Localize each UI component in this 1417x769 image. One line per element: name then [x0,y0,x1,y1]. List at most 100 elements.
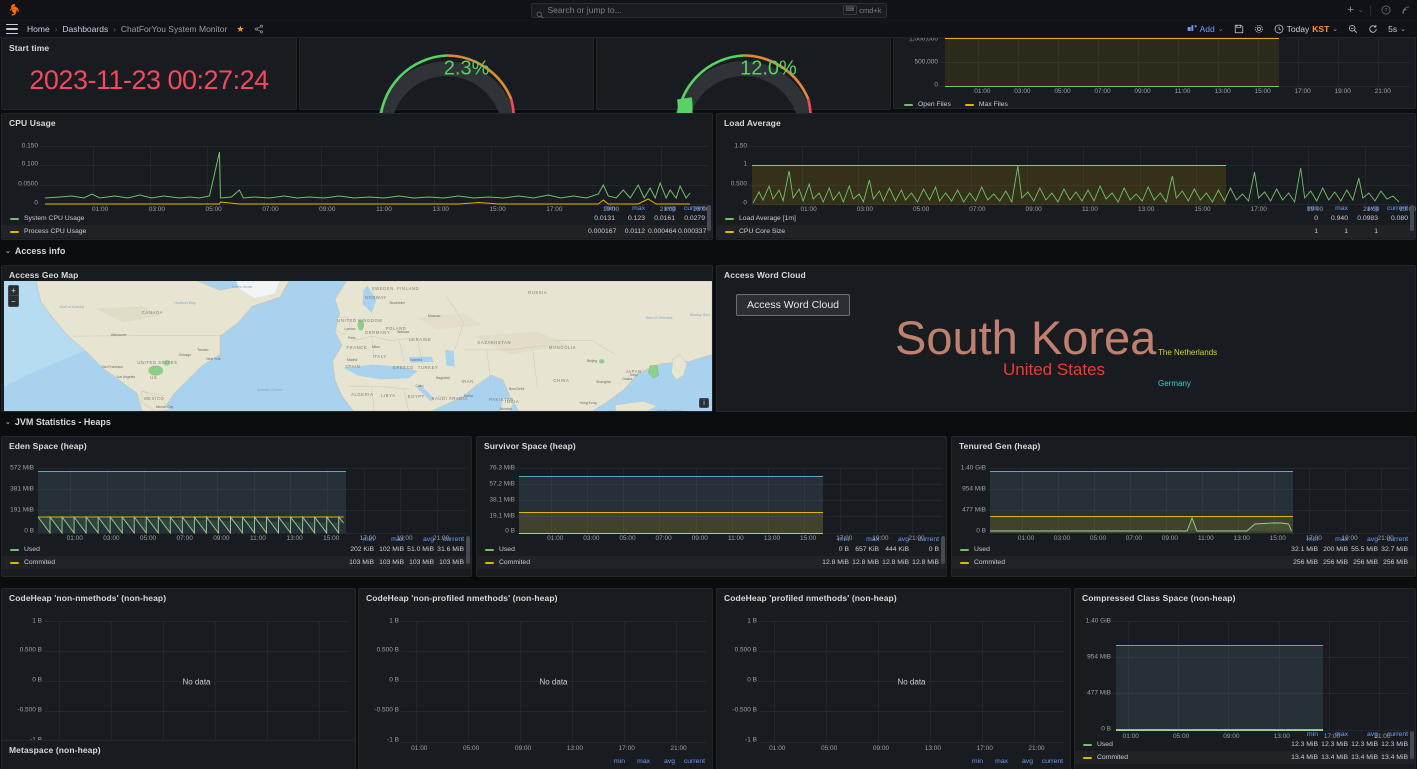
time-range-picker[interactable]: Today KST ⌄ [1269,22,1344,36]
map-place-label: UNITED KINGDOM [337,318,383,324]
legend-row[interactable]: CPU Core Size 1 1 1 [717,225,1415,238]
map-place-label: Davis Strait [231,283,253,289]
help-circle-icon[interactable]: ? [1380,5,1391,16]
refresh-button[interactable] [1363,22,1383,36]
hamburger-menu-icon[interactable] [6,24,18,34]
legend-row[interactable]: Used 0 B 657 KiB 444 KiB 0 B [477,543,946,556]
panel-file-descriptors[interactable]: 1,000,000 500,000 0 01:00 03:00 05:00 07… [893,38,1416,109]
zoom-out-time-button[interactable] [1343,22,1363,36]
word-cloud-word[interactable]: The Netherlands [1158,348,1217,357]
row-header-jvm-heaps[interactable]: ⌄ JVM Statistics - Heaps [5,417,111,427]
legend-row[interactable]: Commited 103 MiB 103 MiB 103 MiB 103 MiB [2,556,471,569]
legend-row[interactable]: Used 202 KiB 102 MiB 51.0 MiB 31.6 MiB [2,543,471,556]
map-place-label: TURKEY [417,364,439,370]
refresh-interval-picker[interactable]: 5s ⌄ [1383,22,1411,36]
legend-value-current: 12.3 MiB [1381,741,1408,748]
panel-tenured-gen[interactable]: Tenured Gen (heap) 1.40 GiB 954 MiB 477 … [951,436,1416,577]
legend-value-avg: 12.3 MiB [1351,741,1378,748]
legend-col-min: min [363,536,374,543]
panel-compressed-class-space[interactable]: Compressed Class Space (non-heap) 1.40 G… [1074,588,1416,769]
legend-row[interactable]: Commited 256 MiB 256 MiB 256 MiB 256 MiB [952,556,1415,569]
legend-value-min: 202 KiB [350,546,374,553]
legend-item[interactable]: Open Files [904,101,951,108]
legend-value-avg: 256 MiB [1353,559,1378,566]
no-data-message: No data [182,677,211,687]
share-nodes-icon[interactable] [254,24,264,34]
legend-series-name: Used [960,546,1291,553]
legend-row[interactable]: Used 32.1 MiB 200 MiB 55.5 MiB 32.7 MiB [952,543,1415,556]
legend-scrollbar[interactable] [707,205,711,231]
map-zoom-out-button[interactable]: − [9,296,18,306]
geo-map-canvas[interactable]: + − i Davis Strait Hudson Bay Gulf of Alas… [4,281,712,411]
legend-row[interactable]: Used 12.3 MiB 12.3 MiB 12.3 MiB 12.3 MiB [1075,738,1415,751]
map-place-label: Mumbai [499,407,512,411]
legend-row[interactable]: Commited 12.8 MiB 12.8 MiB 12.8 MiB 12.8… [477,556,946,569]
panel-codeheap-non-profiled-nmethods[interactable]: CodeHeap 'non-profiled nmethods' (non-he… [358,588,713,769]
add-new-button[interactable]: + ⌄ [1347,4,1363,16]
legend-scrollbar[interactable] [466,536,470,564]
codeheap-non-nmethods-yaxis: 1 B 0.500 B 0 B -0.500 B -1 B [17,617,42,744]
breadcrumb-item-current-dashboard[interactable]: ChatForYou System Monitor [121,24,227,34]
add-panel-label: Add [1199,24,1215,34]
panel-cpu-usage[interactable]: CPU Usage 0.150 0.100 0.0500 0 01:00 03:… [1,113,713,240]
panel-eden-space[interactable]: Eden Space (heap) 572 MiB 381 MiB 191 Mi… [1,436,472,577]
map-place-label: New Delhi [508,386,525,391]
map-place-label: Stockholm [389,301,406,306]
word-cloud-word[interactable]: United States [1003,360,1105,380]
add-panel-button[interactable]: Add ⌄ [1182,22,1229,36]
file-descriptors-plot [940,38,1411,87]
legend-scrollbar[interactable] [1410,205,1414,231]
legend-row[interactable]: Commited 13.4 MiB 13.4 MiB 13.4 MiB 13.4… [1075,751,1415,764]
search-input[interactable]: Search or jump to... ⌨ cmd+k [530,2,887,19]
panel-access-geo-map[interactable]: Access Geo Map + − i Davis Strait Hudson… [1,265,713,412]
file-descriptors-legend: Open Files Max Files [904,101,1008,108]
legend-item[interactable]: Max Files [964,101,1008,108]
search-icon [536,6,544,19]
map-attribution-button[interactable]: i [699,398,709,408]
breadcrumb-item-home[interactable]: Home [27,24,50,34]
panel-title-access-word-cloud: Access Word Cloud [724,270,806,280]
legend-values: 1 1 1 [1291,228,1415,235]
panel-codeheap-profiled-nmethods[interactable]: CodeHeap 'profiled nmethods' (non-heap) … [716,588,1071,769]
legend-value-current: 103 MiB [439,559,464,566]
grafana-logo-icon[interactable] [7,3,21,17]
gauge-left-graphic: 2.3% [300,38,593,133]
panel-load-average[interactable]: Load Average 1.50 1 0.500 0 01:00 03:00 … [716,113,1416,240]
row-header-access-info[interactable]: ⌄ Access info [5,246,65,256]
panel-title-survivor-space: Survivor Space (heap) [484,441,576,451]
legend-header: min max avg current [952,536,1415,543]
save-dashboard-button[interactable] [1229,22,1249,36]
legend-row[interactable]: System CPU Usage 0.0131 0.123 0.0161 0.0… [2,212,712,225]
load-average-legend: min max avg current Load Average [1m] 0 … [717,205,1415,238]
panel-metaspace[interactable]: Metaspace (non-heap) 143 MiB [1,740,356,769]
panel-access-word-cloud[interactable]: Access Word Cloud Access Word Cloud Sout… [716,265,1416,412]
panel-survivor-space[interactable]: Survivor Space (heap) 76.3 MiB 57.2 MiB … [476,436,947,577]
cpu-usage-yaxis: 0.150 0.100 0.0500 0 [18,142,38,207]
legend-values: 0 0.940 0.0983 0.080 [1291,215,1415,222]
legend-scrollbar[interactable] [1410,731,1414,759]
legend-scrollbar[interactable] [941,536,945,564]
map-zoom-in-button[interactable]: + [9,286,18,296]
map-place-label: New York [206,356,221,361]
save-dashboard-icon [1234,24,1244,34]
map-place-label: Paris [347,336,356,341]
word-cloud-word[interactable]: Germany [1158,379,1191,388]
dashboard-settings-button[interactable] [1249,22,1269,36]
panel-title-start-time: Start time [9,43,50,53]
news-feed-icon[interactable] [1400,5,1411,16]
panel-start-time[interactable]: Start time 2023-11-23 00:27:24 [1,38,297,110]
breadcrumb-item-dashboards[interactable]: Dashboards [62,24,108,34]
legend-row[interactable]: Process CPU Usage 0.000167 0.0112 0.0004… [2,225,712,238]
legend-value-max: 12.3 MiB [1321,741,1348,748]
word-cloud-word[interactable]: South Korea [895,310,1156,365]
star-filled-icon[interactable]: ★ [236,24,244,35]
legend-color-swatch [1083,743,1092,746]
legend-row[interactable]: Load Average [1m] 0 0.940 0.0983 0.080 [717,212,1415,225]
panel-gauge-right[interactable]: 12.0% [596,38,891,135]
legend-value-max: 0.123 [627,215,645,222]
map-zoom-controls[interactable]: + − [8,285,19,307]
codeheap-profiled-xaxis: 01:00 05:00 09:00 13:00 17:00 21:00 [769,745,1045,752]
panel-gauge-left[interactable]: 2.3% [299,38,594,133]
map-place-label: SAUDI ARABIA [431,396,468,402]
map-place-label: London [344,327,356,332]
